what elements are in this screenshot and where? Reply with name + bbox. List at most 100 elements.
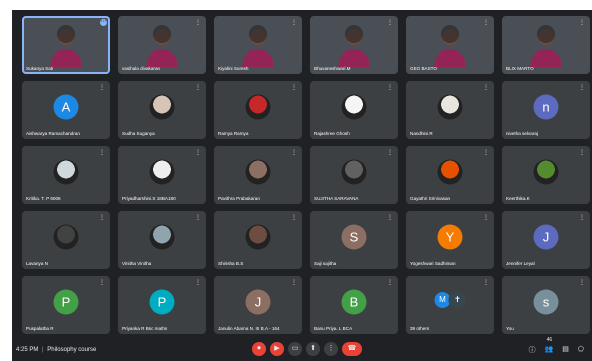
- participant-name: GEO BASTO: [410, 66, 437, 71]
- mic-muted-icon: ⋮: [99, 280, 105, 286]
- participant-tile[interactable]: ⋮ Nandhini.R: [406, 81, 494, 139]
- mic-muted-icon: ⋮: [99, 85, 105, 91]
- info-icon: ⓘ: [528, 347, 536, 354]
- meeting-separator: |: [42, 347, 44, 353]
- participant-tile[interactable]: ⋮ BLIX MARTO: [502, 16, 590, 74]
- participant-tile[interactable]: ⋮ Kiyalini Suresh: [214, 16, 302, 74]
- camera-off-icon: ▶: [274, 345, 280, 352]
- participant-tile[interactable]: A ⋮ Aishwarya Ramachandran: [22, 81, 110, 139]
- bottom-bar: 4:25 PM | Philosophy course ⏺ ▶ ▭ ⬆ ⋮ ☎ ⓘ 👥 46 ▤…: [12, 335, 592, 361]
- more-vert-icon: ⋮: [327, 345, 335, 352]
- participant-name: Aishwarya Ramachandran: [26, 131, 80, 136]
- captions-button[interactable]: ▭: [288, 342, 302, 356]
- chat-button[interactable]: ▤: [562, 345, 569, 355]
- mic-muted-icon: ⋮: [387, 150, 393, 156]
- others-avatars: M ✝: [433, 291, 467, 310]
- info-button[interactable]: ⓘ: [529, 345, 536, 355]
- profile-photo: [341, 94, 367, 120]
- participant-tile[interactable]: ⋮ Rajashree Ghosh: [310, 81, 398, 139]
- participant-tile[interactable]: ⋮ Kritika. T. P 6006: [22, 146, 110, 204]
- participant-tile[interactable]: s ⋮ You: [502, 276, 590, 334]
- mic-off-icon: ⏺: [257, 345, 261, 352]
- present-icon: ⬆: [310, 345, 316, 352]
- participant-tile[interactable]: ⋮ Pavithra Prabakaran: [214, 146, 302, 204]
- camera-feed: [338, 24, 370, 67]
- participant-tile[interactable]: ⋮ Keerthika.K: [502, 146, 590, 204]
- participant-name: Janulin Abarna N. III B.A - 164: [218, 326, 280, 331]
- camera-button[interactable]: ▶: [270, 342, 284, 356]
- mic-button[interactable]: ⏺: [252, 342, 266, 356]
- mic-muted-icon: ⋮: [387, 215, 393, 221]
- participant-name: Kiyalini Suresh: [218, 66, 249, 71]
- activities-button[interactable]: ⬠: [578, 345, 584, 355]
- mic-muted-icon: ⋮: [579, 85, 585, 91]
- participant-tile[interactable]: ⋮ vasihala divakaran: [118, 16, 206, 74]
- mic-muted-icon: ⋮: [291, 215, 297, 221]
- participant-tile[interactable]: J ⋮ Janulin Abarna N. III B.A - 164: [214, 276, 302, 334]
- participant-name: Rajashree Ghosh: [314, 131, 350, 136]
- participant-avatar: J: [245, 289, 271, 315]
- participant-tile[interactable]: n ⋮ nivetha selvaraj: [502, 81, 590, 139]
- participant-name: SUJITHA SARAVANA: [314, 196, 359, 201]
- end-call-button[interactable]: ☎: [342, 342, 362, 356]
- participant-tile[interactable]: P ⋮ Priyanka R Bsc maths: [118, 276, 206, 334]
- profile-photo: [245, 94, 271, 120]
- call-controls: ⏺ ▶ ▭ ⬆ ⋮ ☎: [252, 342, 362, 356]
- participant-avatar: s: [533, 289, 559, 315]
- more-options-button[interactable]: ⋮: [324, 342, 338, 356]
- participant-tile[interactable]: S ⋮ Saji sajitha: [310, 211, 398, 269]
- participant-name: You: [506, 326, 514, 331]
- participant-tile[interactable]: ⋮ GEO BASTO: [406, 16, 494, 74]
- camera-feed: [530, 24, 562, 67]
- mic-muted-icon: ⋮: [483, 150, 489, 156]
- participant-tile[interactable]: ⋯ Sukanya Sati: [22, 16, 110, 74]
- participant-tile[interactable]: ⋮ Lavanya N: [22, 211, 110, 269]
- profile-photo: [149, 224, 175, 250]
- participant-name: Priyadharshini.S 18BA180: [122, 196, 176, 201]
- mic-muted-icon: ⋮: [291, 280, 297, 286]
- meeting-info: 4:25 PM | Philosophy course: [16, 347, 96, 353]
- camera-feed: [50, 24, 82, 67]
- participant-name: Pavithra Prabakaran: [218, 196, 260, 201]
- participant-tile[interactable]: ⋮ SUJITHA SARAVANA: [310, 146, 398, 204]
- people-button[interactable]: 👥 46: [545, 337, 554, 355]
- profile-photo: [437, 94, 463, 120]
- profile-photo: [149, 159, 175, 185]
- mic-muted-icon: ⋮: [291, 150, 297, 156]
- participant-tile[interactable]: ⋮ Bhuvaneshwari.M: [310, 16, 398, 74]
- participant-tile[interactable]: ⋮ Priyadharshini.S 18BA180: [118, 146, 206, 204]
- participant-tile[interactable]: Y ⋮ Yogeshwari Sadhiman: [406, 211, 494, 269]
- participant-name: Gayathri Srinivasan: [410, 196, 451, 201]
- participant-name: Keerthika.K: [506, 196, 530, 201]
- participant-tile[interactable]: ⋮ Sudha Suganya: [118, 81, 206, 139]
- participant-name: Kritika. T. P 6006: [26, 196, 61, 201]
- present-button[interactable]: ⬆: [306, 342, 320, 356]
- mic-muted-icon: ⋮: [387, 280, 393, 286]
- participant-tile[interactable]: ⋮ Ramya Ramya: [214, 81, 302, 139]
- mic-muted-icon: ⋮: [291, 85, 297, 91]
- mic-muted-icon: ⋮: [579, 280, 585, 286]
- profile-photo: [437, 159, 463, 185]
- mic-muted-icon: ⋮: [387, 85, 393, 91]
- mic-muted-icon: ⋮: [291, 20, 297, 26]
- participant-name: vasihala divakaran: [122, 66, 161, 71]
- participant-tile[interactable]: M ✝ ⋮ 39 others: [406, 276, 494, 334]
- participant-tile[interactable]: P ⋮ Puspalatha R: [22, 276, 110, 334]
- participant-tile[interactable]: ⋮ Gayathri Srinivasan: [406, 146, 494, 204]
- mic-muted-icon: ⋮: [99, 215, 105, 221]
- participant-name: 39 others: [410, 326, 430, 331]
- pin-icon: ⋯: [100, 19, 107, 26]
- participant-name: Puspalatha R: [26, 326, 54, 331]
- camera-feed: [242, 24, 274, 67]
- mic-muted-icon: ⋮: [483, 280, 489, 286]
- participant-name: BLIX MARTO: [506, 66, 534, 71]
- participant-tile[interactable]: ⋮ Vinitha Vinitha: [118, 211, 206, 269]
- mic-muted-icon: ⋮: [579, 20, 585, 26]
- participant-tile[interactable]: ⋮ Shirisha B.S: [214, 211, 302, 269]
- participant-name: Lavanya N: [26, 261, 48, 266]
- participant-tile[interactable]: J ⋮ Jennifer Leyal: [502, 211, 590, 269]
- participant-tile[interactable]: B ⋮ Banu Priya. L BCA: [310, 276, 398, 334]
- mic-muted-icon: ⋮: [99, 150, 105, 156]
- participant-name: Jennifer Leyal: [506, 261, 535, 266]
- participant-avatar: J: [533, 224, 559, 250]
